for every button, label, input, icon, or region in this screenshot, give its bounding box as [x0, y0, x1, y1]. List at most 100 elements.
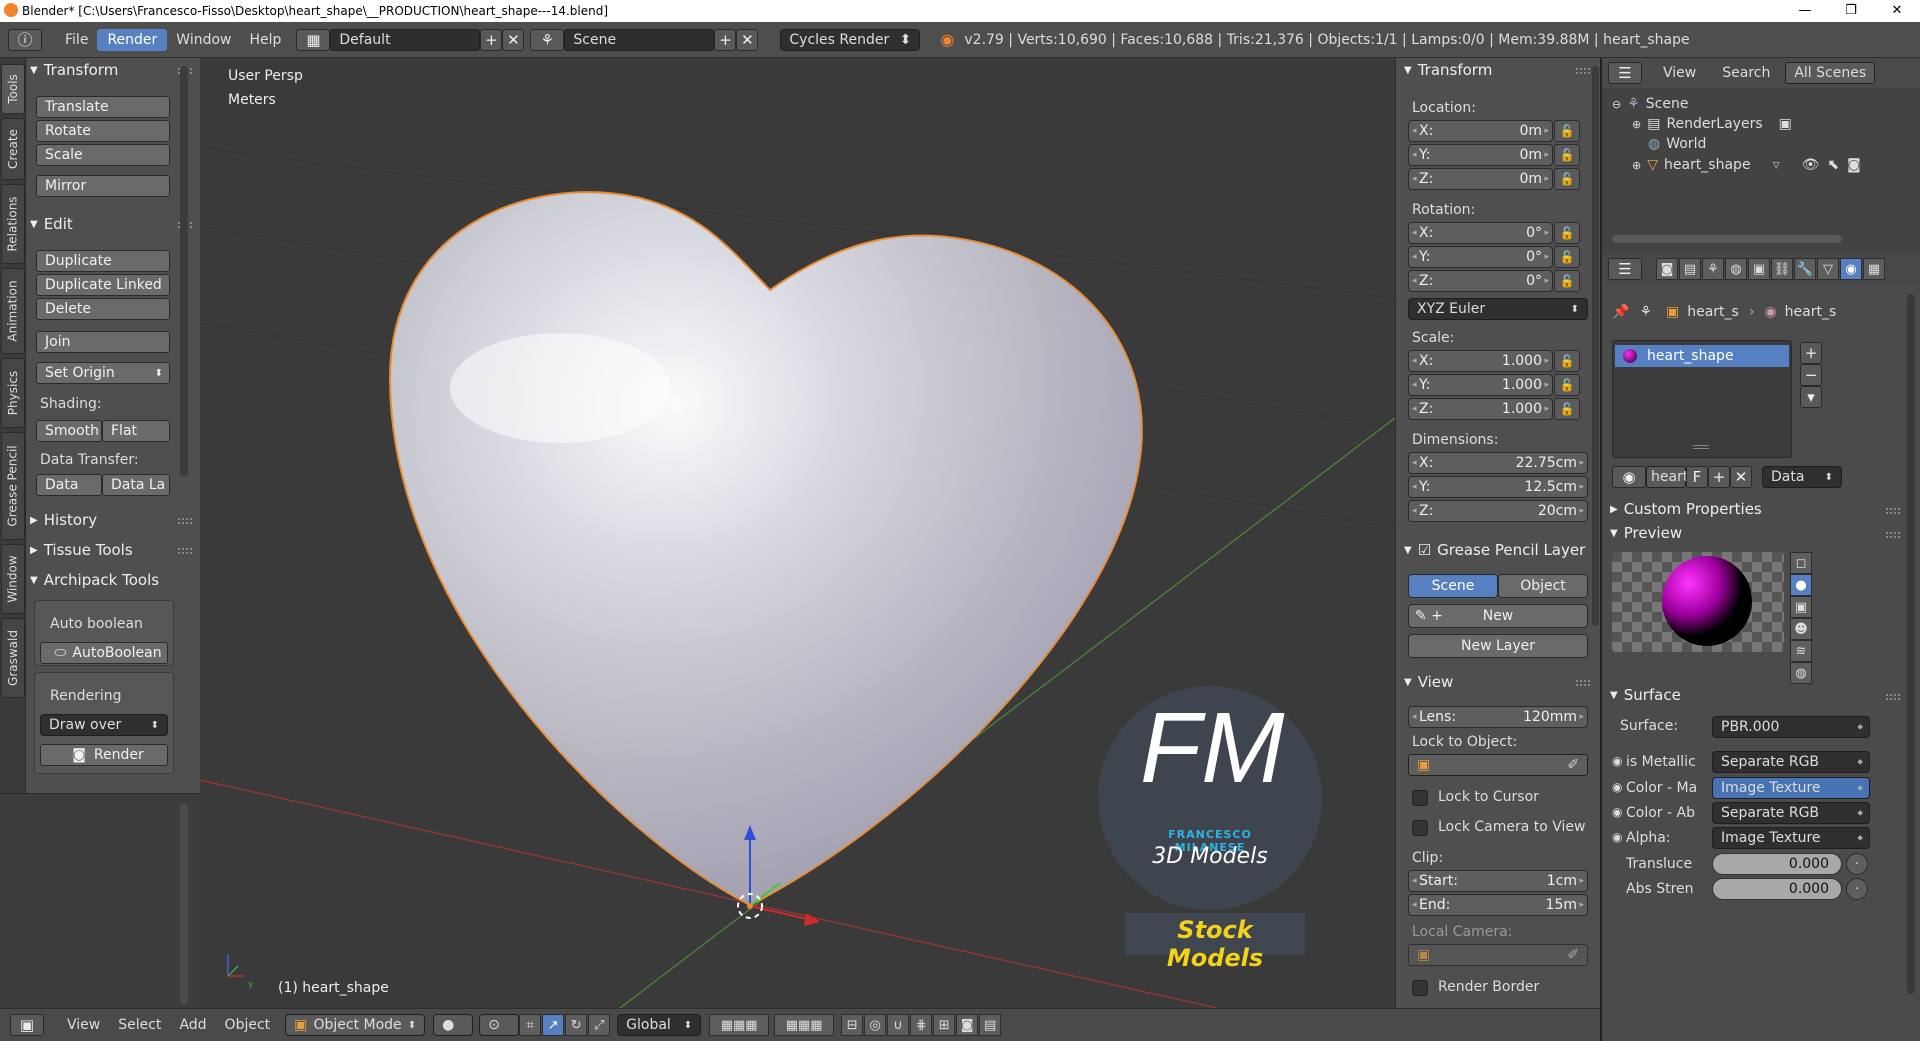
scale-button[interactable]: Scale: [36, 144, 170, 166]
browse-material-icon[interactable]: ◉: [1612, 466, 1646, 488]
dimension-z-field[interactable]: Z:20cm: [1408, 500, 1588, 522]
clip-start-field[interactable]: Start:1cm: [1408, 870, 1588, 892]
lens-field[interactable]: Lens:120mm: [1408, 706, 1588, 728]
data-layers-button[interactable]: Data La: [102, 474, 170, 496]
outliner-scope-dropdown[interactable]: All Scenes: [1785, 62, 1876, 84]
gp-new-layer-button[interactable]: New Layer: [1408, 634, 1588, 658]
object-tab-icon[interactable]: ▣: [1748, 258, 1770, 280]
minimize-icon[interactable]: —: [1782, 0, 1828, 22]
collapse-icon[interactable]: ⊖: [1612, 98, 1621, 111]
tab-relations[interactable]: Relations: [1, 184, 25, 264]
lock-icon[interactable]: 🔓: [1554, 374, 1580, 396]
slot-menu-icon[interactable]: ▾: [1800, 386, 1822, 408]
layer-lock-icon[interactable]: ⊟: [841, 1014, 864, 1036]
opengl-anim-icon[interactable]: ▤: [979, 1014, 1002, 1036]
translate-manipulator-icon[interactable]: ↗: [542, 1014, 565, 1036]
edit-panel-header[interactable]: Edit: [30, 212, 73, 236]
panel-grip-icon[interactable]: [1576, 68, 1590, 74]
preview-flat-icon[interactable]: ◻: [1790, 552, 1812, 574]
rotate-manipulator-icon[interactable]: ↻: [565, 1014, 588, 1036]
lock-camera-checkbox[interactable]: [1412, 820, 1428, 836]
lock-object-field[interactable]: ▣ ✐: [1408, 754, 1588, 776]
snap-toggle-icon[interactable]: ∪: [887, 1014, 910, 1036]
tab-graswald[interactable]: Graswald: [1, 618, 25, 698]
scene-remove-icon[interactable]: ✕: [736, 28, 759, 51]
menu-window[interactable]: Window: [167, 32, 240, 48]
material-slot-item[interactable]: heart_shape: [1615, 345, 1789, 367]
render-camera-icon[interactable]: ◙: [1847, 157, 1861, 173]
opengl-render-icon[interactable]: ◙: [956, 1014, 979, 1036]
panel-grip-icon[interactable]: [1886, 694, 1900, 700]
snap-target-icon[interactable]: ⊞: [933, 1014, 956, 1036]
operator-scrollbar[interactable]: [180, 804, 188, 1004]
tab-grease-pencil[interactable]: Grease Pencil: [1, 432, 25, 540]
panel-grip-icon[interactable]: [178, 548, 192, 554]
maximize-icon[interactable]: ❐: [1828, 0, 1874, 22]
preview-sphere-icon[interactable]: ●: [1790, 574, 1812, 596]
manipulator-toggle-icon[interactable]: ⌗: [519, 1014, 542, 1036]
tab-tools[interactable]: Tools: [1, 64, 25, 114]
checkbox-checked-icon[interactable]: ☑: [1418, 541, 1431, 559]
material-tab-icon[interactable]: ◉: [1840, 258, 1862, 280]
layers-grid-1[interactable]: ▦▦▦: [709, 1014, 770, 1036]
constraints-tab-icon[interactable]: ⛓: [1771, 258, 1793, 280]
eyedropper-icon[interactable]: ✐: [1567, 757, 1579, 773]
lock-icon[interactable]: 🔓: [1554, 222, 1580, 244]
modifiers-tab-icon[interactable]: 🔧: [1794, 258, 1816, 280]
grease-pencil-layer-header[interactable]: ☑Grease Pencil Layer: [1404, 538, 1586, 562]
layout-add-icon[interactable]: +: [480, 28, 503, 51]
render-tab-icon[interactable]: ◙: [1656, 258, 1678, 280]
preview-world-icon[interactable]: ◍: [1790, 662, 1812, 684]
gp-object-button[interactable]: Object: [1498, 574, 1588, 598]
render-border-checkbox[interactable]: [1412, 980, 1428, 996]
flat-button[interactable]: Flat: [102, 420, 170, 442]
location-z-field[interactable]: Z:0m: [1408, 168, 1553, 190]
tab-window[interactable]: Window: [1, 544, 25, 614]
lock-icon[interactable]: 🔓: [1554, 144, 1580, 166]
scene-tab-icon[interactable]: ⚘: [1702, 258, 1724, 280]
rotation-y-field[interactable]: Y:0°: [1408, 246, 1553, 268]
alpha-input-dropdown[interactable]: Image Texture: [1712, 827, 1870, 849]
snap-element-icon[interactable]: ⋕: [910, 1014, 933, 1036]
location-x-field[interactable]: X:0m: [1408, 120, 1553, 142]
rotation-mode-dropdown[interactable]: XYZ Euler ⬍: [1408, 298, 1588, 320]
list-resize-grip[interactable]: [1693, 445, 1709, 449]
gp-scene-button[interactable]: Scene: [1408, 574, 1498, 598]
surface-header[interactable]: Surface: [1610, 686, 1681, 704]
transform-n-header[interactable]: Transform: [1404, 58, 1493, 82]
join-button[interactable]: Join: [36, 331, 170, 353]
socket-link-icon[interactable]: ·: [1846, 878, 1868, 900]
properties-editor-type-icon[interactable]: ☰: [1608, 258, 1642, 280]
render-engine-dropdown[interactable]: Cycles Render ⬍: [780, 28, 921, 51]
socket-icon[interactable]: ◉: [1612, 780, 1622, 794]
rotation-z-field[interactable]: Z:0°: [1408, 270, 1553, 292]
outliner-editor-type-icon[interactable]: ☰: [1608, 62, 1642, 84]
x-gizmo-head[interactable]: [804, 913, 820, 926]
outliner-item-scene[interactable]: ⊖ ⚘ Scene: [1612, 96, 1688, 112]
mode-dropdown[interactable]: ▣ Object Mode ⬍: [285, 1014, 426, 1036]
orientation-dropdown[interactable]: Global ⬍: [617, 1014, 702, 1036]
viewport-shading-dropdown[interactable]: ●: [433, 1014, 474, 1036]
pivot-dropdown[interactable]: ⊙: [479, 1014, 520, 1036]
panel-grip-icon[interactable]: [1886, 532, 1900, 538]
lock-cursor-checkbox[interactable]: [1412, 790, 1428, 806]
dimension-x-field[interactable]: X:22.75cm: [1408, 452, 1588, 474]
eyedropper-icon[interactable]: ✐: [1567, 947, 1579, 963]
rotation-x-field[interactable]: X:0°: [1408, 222, 1553, 244]
preview-cube-icon[interactable]: ▣: [1790, 596, 1812, 618]
texture-tab-icon[interactable]: ▦: [1863, 258, 1885, 280]
set-origin-dropdown[interactable]: Set Origin ⬍: [36, 362, 170, 384]
translate-button[interactable]: Translate: [36, 96, 170, 118]
layers-grid-2[interactable]: ▦▦▦: [774, 1014, 835, 1036]
cursor-select-icon[interactable]: ⬉: [1827, 157, 1839, 173]
expand-icon[interactable]: ⊕: [1632, 159, 1641, 172]
menu-add[interactable]: Add: [170, 1017, 215, 1033]
menu-view[interactable]: View: [58, 1017, 109, 1033]
properties-scrollbar[interactable]: [1907, 294, 1915, 994]
translucent-slider[interactable]: 0.000: [1712, 853, 1842, 875]
lock-icon[interactable]: 🔓: [1554, 398, 1580, 420]
outliner-item-renderlayers[interactable]: ⊕ ▤ RenderLayers ▣: [1632, 116, 1792, 132]
3d-viewport[interactable]: User Persp Meters y (1) heart_shape FM F…: [200, 58, 1395, 1008]
fake-user-button[interactable]: F: [1686, 466, 1708, 488]
panel-grip-icon[interactable]: [178, 518, 192, 524]
